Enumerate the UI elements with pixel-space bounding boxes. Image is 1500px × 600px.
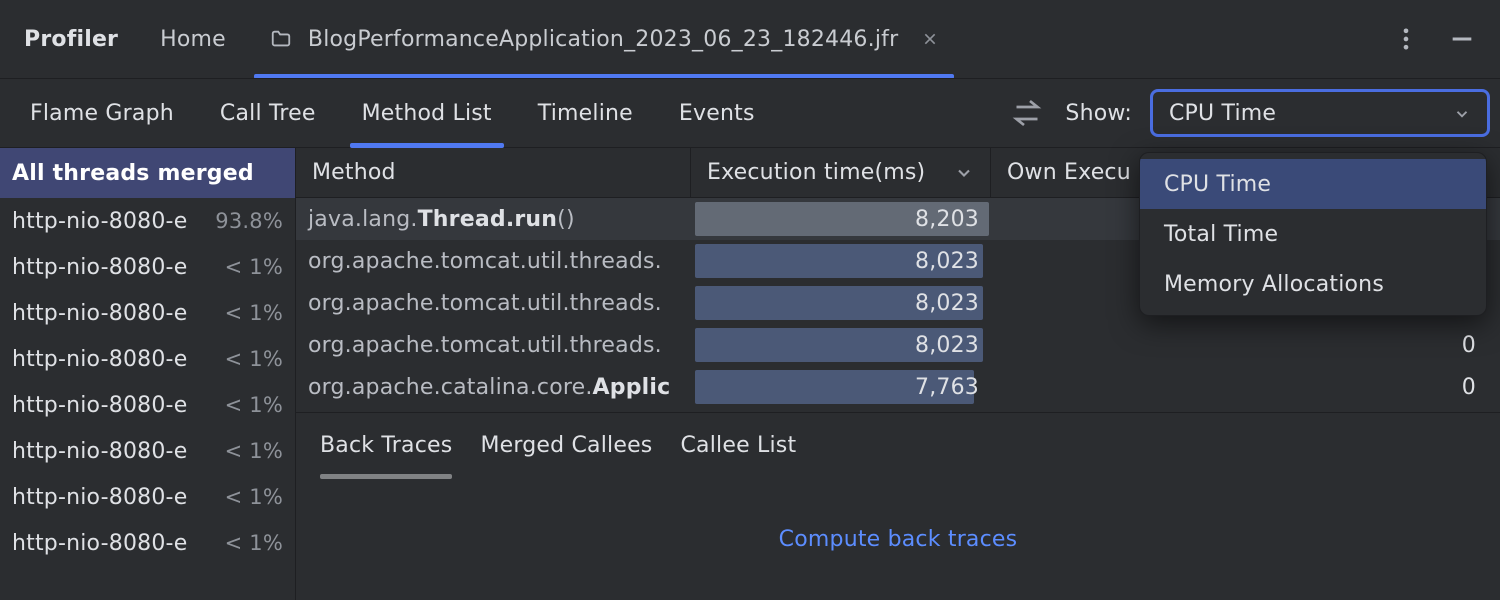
method-cell: java.lang.Thread.run() xyxy=(296,198,691,240)
tab-timeline[interactable]: Timeline xyxy=(518,78,653,148)
thread-row[interactable]: http-nio-8080-e < 1% xyxy=(0,336,295,382)
col-execution-time-label: Execution time(ms) xyxy=(707,160,925,185)
exec-cell: 8,023 xyxy=(691,240,991,282)
method-cell: org.apache.tomcat.util.threads. xyxy=(296,240,691,282)
thread-pct: < 1% xyxy=(225,393,283,417)
thread-row[interactable]: http-nio-8080-e < 1% xyxy=(0,474,295,520)
thread-name: http-nio-8080-e xyxy=(12,255,187,280)
thread-pct: < 1% xyxy=(225,485,283,509)
thread-row[interactable]: http-nio-8080-e < 1% xyxy=(0,290,295,336)
own-cell: 0 xyxy=(991,324,1500,366)
tab-profiler[interactable]: Profiler xyxy=(10,0,132,78)
chevron-down-icon xyxy=(954,163,974,183)
exec-cell: 8,203 xyxy=(691,198,991,240)
callee-tabbar: Back Traces Merged Callees Callee List xyxy=(296,412,1500,478)
chevron-down-icon xyxy=(1453,104,1471,122)
view-tabbar: Flame Graph Call Tree Method List Timeli… xyxy=(0,78,1500,148)
tab-events[interactable]: Events xyxy=(659,78,775,148)
thread-row[interactable]: http-nio-8080-e < 1% xyxy=(0,428,295,474)
swap-icon[interactable] xyxy=(1007,93,1047,133)
show-label: Show: xyxy=(1065,101,1132,126)
thread-list-header-label: All threads merged xyxy=(12,161,254,186)
metric-dropdown-value: CPU Time xyxy=(1169,101,1276,126)
metric-dropdown[interactable]: CPU Time CPU Time Total Time Memory Allo… xyxy=(1150,89,1490,137)
tab-recording-file[interactable]: BlogPerformanceApplication_2023_06_23_18… xyxy=(254,0,954,78)
tab-flame-graph[interactable]: Flame Graph xyxy=(10,78,194,148)
thread-list: All threads merged http-nio-8080-e93.8% … xyxy=(0,148,296,600)
thread-pct: 93.8% xyxy=(215,209,283,233)
more-vertical-icon[interactable] xyxy=(1392,25,1420,53)
metric-option-memory-allocations[interactable]: Memory Allocations xyxy=(1140,259,1486,309)
thread-row[interactable]: http-nio-8080-e < 1% xyxy=(0,520,295,566)
method-cell: org.apache.tomcat.util.threads. xyxy=(296,324,691,366)
thread-name: http-nio-8080-e xyxy=(12,439,187,464)
table-row[interactable]: org.apache.tomcat.util.threads. 8,023 0 xyxy=(296,324,1500,366)
folder-icon xyxy=(268,28,294,50)
tab-back-traces[interactable]: Back Traces xyxy=(320,413,452,479)
table-row[interactable]: org.apache.catalina.core.Applic 7,763 0 xyxy=(296,366,1500,408)
exec-cell: 8,023 xyxy=(691,282,991,324)
thread-name: http-nio-8080-e xyxy=(12,347,187,372)
thread-name: http-nio-8080-e xyxy=(12,393,187,418)
tab-callee-list[interactable]: Callee List xyxy=(680,413,796,479)
col-execution-time[interactable]: Execution time(ms) xyxy=(691,148,991,197)
method-cell: org.apache.tomcat.util.threads. xyxy=(296,282,691,324)
thread-pct: < 1% xyxy=(225,531,283,555)
back-traces-panel: Compute back traces xyxy=(296,478,1500,600)
compute-back-traces-link[interactable]: Compute back traces xyxy=(779,527,1018,552)
thread-name: http-nio-8080-e xyxy=(12,209,187,234)
thread-name: http-nio-8080-e xyxy=(12,301,187,326)
recording-filename: BlogPerformanceApplication_2023_06_23_18… xyxy=(308,27,898,52)
thread-row[interactable]: http-nio-8080-e < 1% xyxy=(0,244,295,290)
col-method[interactable]: Method xyxy=(296,148,691,197)
metric-dropdown-menu: CPU Time Total Time Memory Allocations xyxy=(1139,152,1487,316)
own-cell: 0 xyxy=(991,366,1500,408)
method-cell: org.apache.catalina.core.Applic xyxy=(296,366,691,408)
thread-pct: < 1% xyxy=(225,439,283,463)
tab-call-tree[interactable]: Call Tree xyxy=(200,78,336,148)
metric-option-total-time[interactable]: Total Time xyxy=(1140,209,1486,259)
exec-cell: 8,023 xyxy=(691,324,991,366)
thread-pct: < 1% xyxy=(225,301,283,325)
thread-name: http-nio-8080-e xyxy=(12,485,187,510)
thread-pct: < 1% xyxy=(225,255,283,279)
thread-pct: < 1% xyxy=(225,347,283,371)
exec-cell: 7,763 xyxy=(691,366,991,408)
metric-option-cpu-time[interactable]: CPU Time xyxy=(1140,159,1486,209)
close-icon[interactable] xyxy=(920,29,940,49)
thread-row[interactable]: http-nio-8080-e < 1% xyxy=(0,382,295,428)
tab-merged-callees[interactable]: Merged Callees xyxy=(480,413,652,479)
tab-home[interactable]: Home xyxy=(146,0,240,78)
minimize-icon[interactable] xyxy=(1448,25,1476,53)
profiler-topbar: Profiler Home BlogPerformanceApplication… xyxy=(0,0,1500,78)
thread-row[interactable]: http-nio-8080-e 93.8% xyxy=(0,198,295,244)
thread-list-header[interactable]: All threads merged xyxy=(0,148,295,198)
tab-method-list[interactable]: Method List xyxy=(342,78,512,148)
thread-name: http-nio-8080-e xyxy=(12,531,187,556)
